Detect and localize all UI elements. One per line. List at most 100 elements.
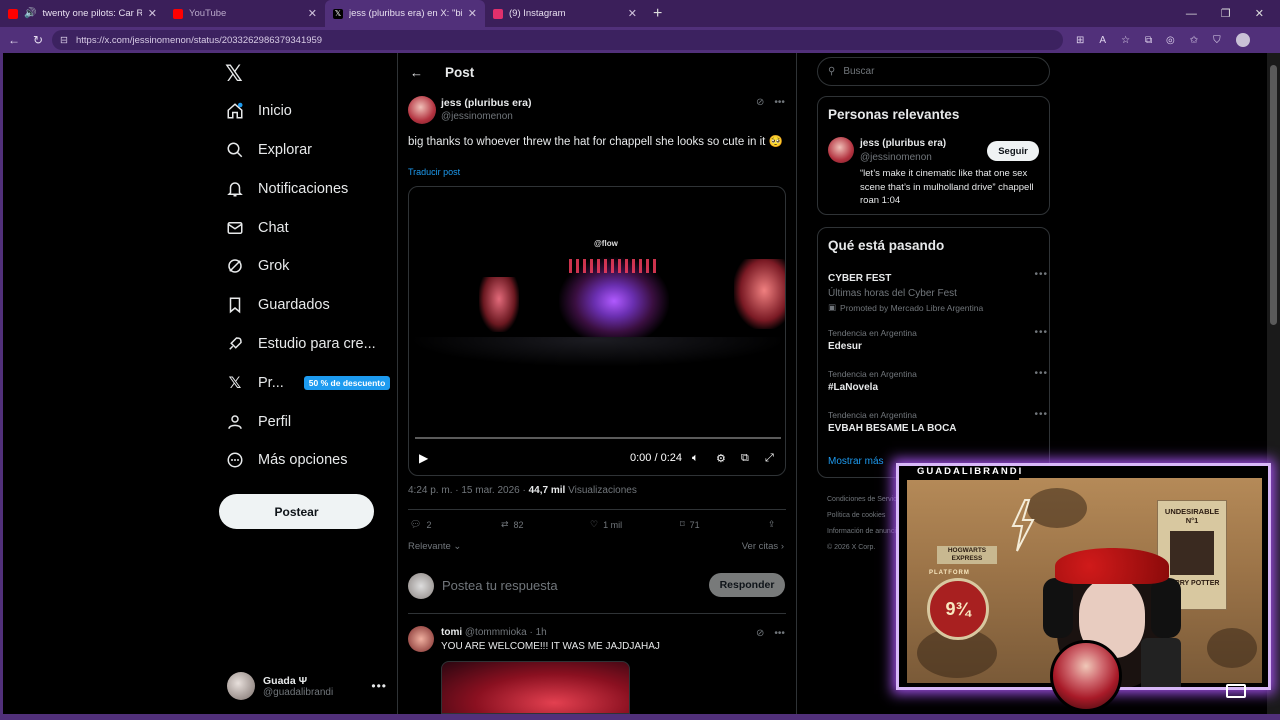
mail-icon	[226, 219, 244, 237]
tab-x-post[interactable]: 𝕏 jess (pluribus era) en X: "big thanks …	[325, 0, 485, 27]
grok-icon[interactable]: ⊘	[756, 97, 764, 108]
settings-gear-icon[interactable]: ⚙	[716, 452, 726, 465]
speaker-icon[interactable]: 🔊	[24, 8, 36, 19]
grok-icon[interactable]: ⊘	[756, 628, 764, 639]
video-player[interactable]: @flow ▶ 0:00 / 0:24 🔈︎ ⚙ ⧉ ⤢	[408, 186, 786, 476]
nav-label: Explorar	[258, 142, 312, 158]
avatar[interactable]	[828, 137, 854, 163]
favorite-star-icon[interactable]: ☆	[1121, 35, 1130, 46]
fullscreen-icon[interactable]: ⤢	[765, 452, 774, 465]
nav-item-notifications[interactable]: Notificaciones	[226, 170, 348, 208]
url-input[interactable]: ⊟ https://x.com/jessinomenon/status/2033…	[52, 30, 1063, 50]
more-options-icon[interactable]: •••	[774, 628, 785, 639]
close-tab-icon[interactable]: ✕	[468, 7, 477, 20]
like-button[interactable]: ♡ 1 mil	[590, 519, 622, 530]
play-icon[interactable]: ▶	[419, 451, 428, 465]
home-icon	[226, 102, 244, 120]
trend-item[interactable]: Tendencia en Argentina Edesur •••	[828, 327, 1047, 352]
read-aloud-icon[interactable]: A	[1099, 35, 1106, 46]
share-button[interactable]: ⇪	[768, 519, 776, 530]
scrollbar-thumb[interactable]	[1270, 65, 1277, 325]
close-window-icon[interactable]: ✕	[1255, 7, 1264, 20]
nav-item-bookmarks[interactable]: Guardados	[226, 286, 330, 324]
comment-author[interactable]: tomi @tommmioka · 1h	[441, 627, 547, 638]
trend-item[interactable]: CYBER FEST Últimas horas del Cyber Fest …	[828, 269, 1047, 313]
profile-name: Guada Ψ	[263, 674, 308, 687]
minimize-icon[interactable]: —	[1186, 8, 1197, 20]
footer-link[interactable]: Condiciones de Servicio	[827, 492, 907, 508]
trend-context: Tendencia en Argentina	[828, 328, 917, 338]
relevant-user-handle[interactable]: @jessinomenon	[860, 152, 932, 163]
post-button[interactable]: Postear	[219, 494, 374, 529]
new-tab-button[interactable]: +	[645, 5, 670, 23]
more-options-icon[interactable]: •••	[371, 679, 387, 693]
more-options-icon[interactable]: •••	[1034, 409, 1048, 420]
tab-title: jess (pluribus era) en X: "big thanks	[349, 8, 462, 19]
nav-item-profile[interactable]: Perfil	[226, 403, 291, 441]
trend-name: CYBER FEST	[828, 273, 892, 284]
bookmark-button[interactable]: ⌑ 71	[680, 519, 700, 530]
copilot-icon[interactable]: ◎	[1166, 35, 1175, 46]
shield-icon[interactable]: ⛉	[1213, 35, 1221, 46]
comment-avatar[interactable]	[408, 626, 434, 652]
view-quotes-link[interactable]: Ver citas ›	[742, 541, 784, 552]
nav-label: Chat	[258, 220, 289, 236]
nav-item-chat[interactable]: Chat	[226, 209, 289, 247]
nav-item-home[interactable]: Inicio	[226, 92, 292, 130]
volume-icon[interactable]: 🔈︎	[692, 452, 699, 465]
follow-button[interactable]: Seguir	[987, 141, 1039, 161]
reply-button[interactable]: 💬︎ 2	[410, 519, 431, 530]
nav-item-grok[interactable]: Grok	[226, 247, 289, 285]
reply-input[interactable]: Postea tu respuesta	[442, 578, 558, 593]
close-tab-icon[interactable]: ✕	[148, 7, 157, 20]
back-arrow-icon[interactable]: ←	[410, 65, 423, 80]
more-options-icon[interactable]: •••	[1034, 269, 1048, 280]
nav-item-premium[interactable]: 𝕏 Pr... 50 % de descuento	[226, 364, 391, 402]
reload-icon[interactable]: ↻	[26, 33, 50, 47]
site-info-icon[interactable]: ⊟	[60, 35, 68, 46]
video-progress-bar[interactable]	[415, 437, 781, 439]
post-timestamp[interactable]: 4:24 p. m. · 15 mar. 2026 ·	[408, 485, 529, 496]
reply-submit-button[interactable]: Responder	[709, 573, 785, 597]
more-options-icon[interactable]: •••	[1034, 368, 1048, 379]
author-name[interactable]: jess (pluribus era)	[441, 97, 531, 109]
extensions-icon[interactable]: ⧉	[1145, 35, 1152, 46]
install-app-icon[interactable]: ⊞	[1076, 35, 1084, 46]
translate-link[interactable]: Traducir post	[408, 167, 460, 177]
trend-subtitle: Últimas horas del Cyber Fest	[828, 288, 957, 299]
restore-icon[interactable]: ❐	[1221, 7, 1231, 20]
picture-in-picture-icon[interactable]: ⧉	[741, 452, 749, 465]
window-controls: — ❐ ✕	[1186, 0, 1280, 27]
poster-portrait	[1170, 531, 1214, 575]
browser-profile-avatar[interactable]	[1235, 33, 1250, 47]
account-switcher[interactable]: Guada Ψ @guadalibrandi •••	[227, 665, 387, 707]
relevant-user-name[interactable]: jess (pluribus era)	[860, 138, 946, 149]
back-icon[interactable]: ←	[2, 33, 26, 47]
nav-item-explore[interactable]: Explorar	[226, 131, 312, 169]
more-options-icon[interactable]: •••	[1034, 327, 1048, 338]
tab-instagram[interactable]: (9) Instagram ✕	[485, 0, 645, 27]
author-handle[interactable]: @jessinomenon	[441, 111, 513, 122]
tab-youtube-music[interactable]: 🔊 twenty one pilots: Car Radio [ ✕	[0, 0, 165, 27]
more-options-icon[interactable]: •••	[774, 97, 785, 108]
chevron-down-icon: ⌄	[450, 541, 462, 552]
favorites-icon[interactable]: ✩	[1190, 35, 1198, 46]
search-input[interactable]: ⚲ Buscar	[817, 57, 1050, 86]
sort-dropdown[interactable]: Relevante ⌄	[408, 541, 461, 552]
x-logo-icon[interactable]: 𝕏	[225, 61, 243, 87]
close-tab-icon[interactable]: ✕	[628, 7, 637, 20]
show-more-link[interactable]: Mostrar más	[828, 456, 884, 467]
post-detail-column: ← Post jess (pluribus era) @jessinomenon…	[397, 53, 797, 714]
comment-media[interactable]	[441, 661, 630, 714]
window-bottom-edge	[0, 714, 1280, 720]
repost-button[interactable]: ⇄ 82	[501, 519, 524, 530]
trend-item[interactable]: Tendencia en Argentina #LaNovela •••	[828, 368, 1047, 393]
footer-link[interactable]: Información de anuncios	[827, 524, 907, 540]
nav-item-creator-studio[interactable]: Estudio para cre...	[226, 325, 376, 363]
trend-item[interactable]: Tendencia en Argentina EVBAH BESAME LA B…	[828, 409, 1047, 434]
author-avatar[interactable]	[408, 96, 436, 124]
tab-youtube[interactable]: YouTube ✕	[165, 0, 325, 27]
footer-link[interactable]: Política de cookies	[827, 508, 907, 524]
nav-item-more[interactable]: Más opciones	[226, 441, 347, 479]
close-tab-icon[interactable]: ✕	[308, 7, 317, 20]
